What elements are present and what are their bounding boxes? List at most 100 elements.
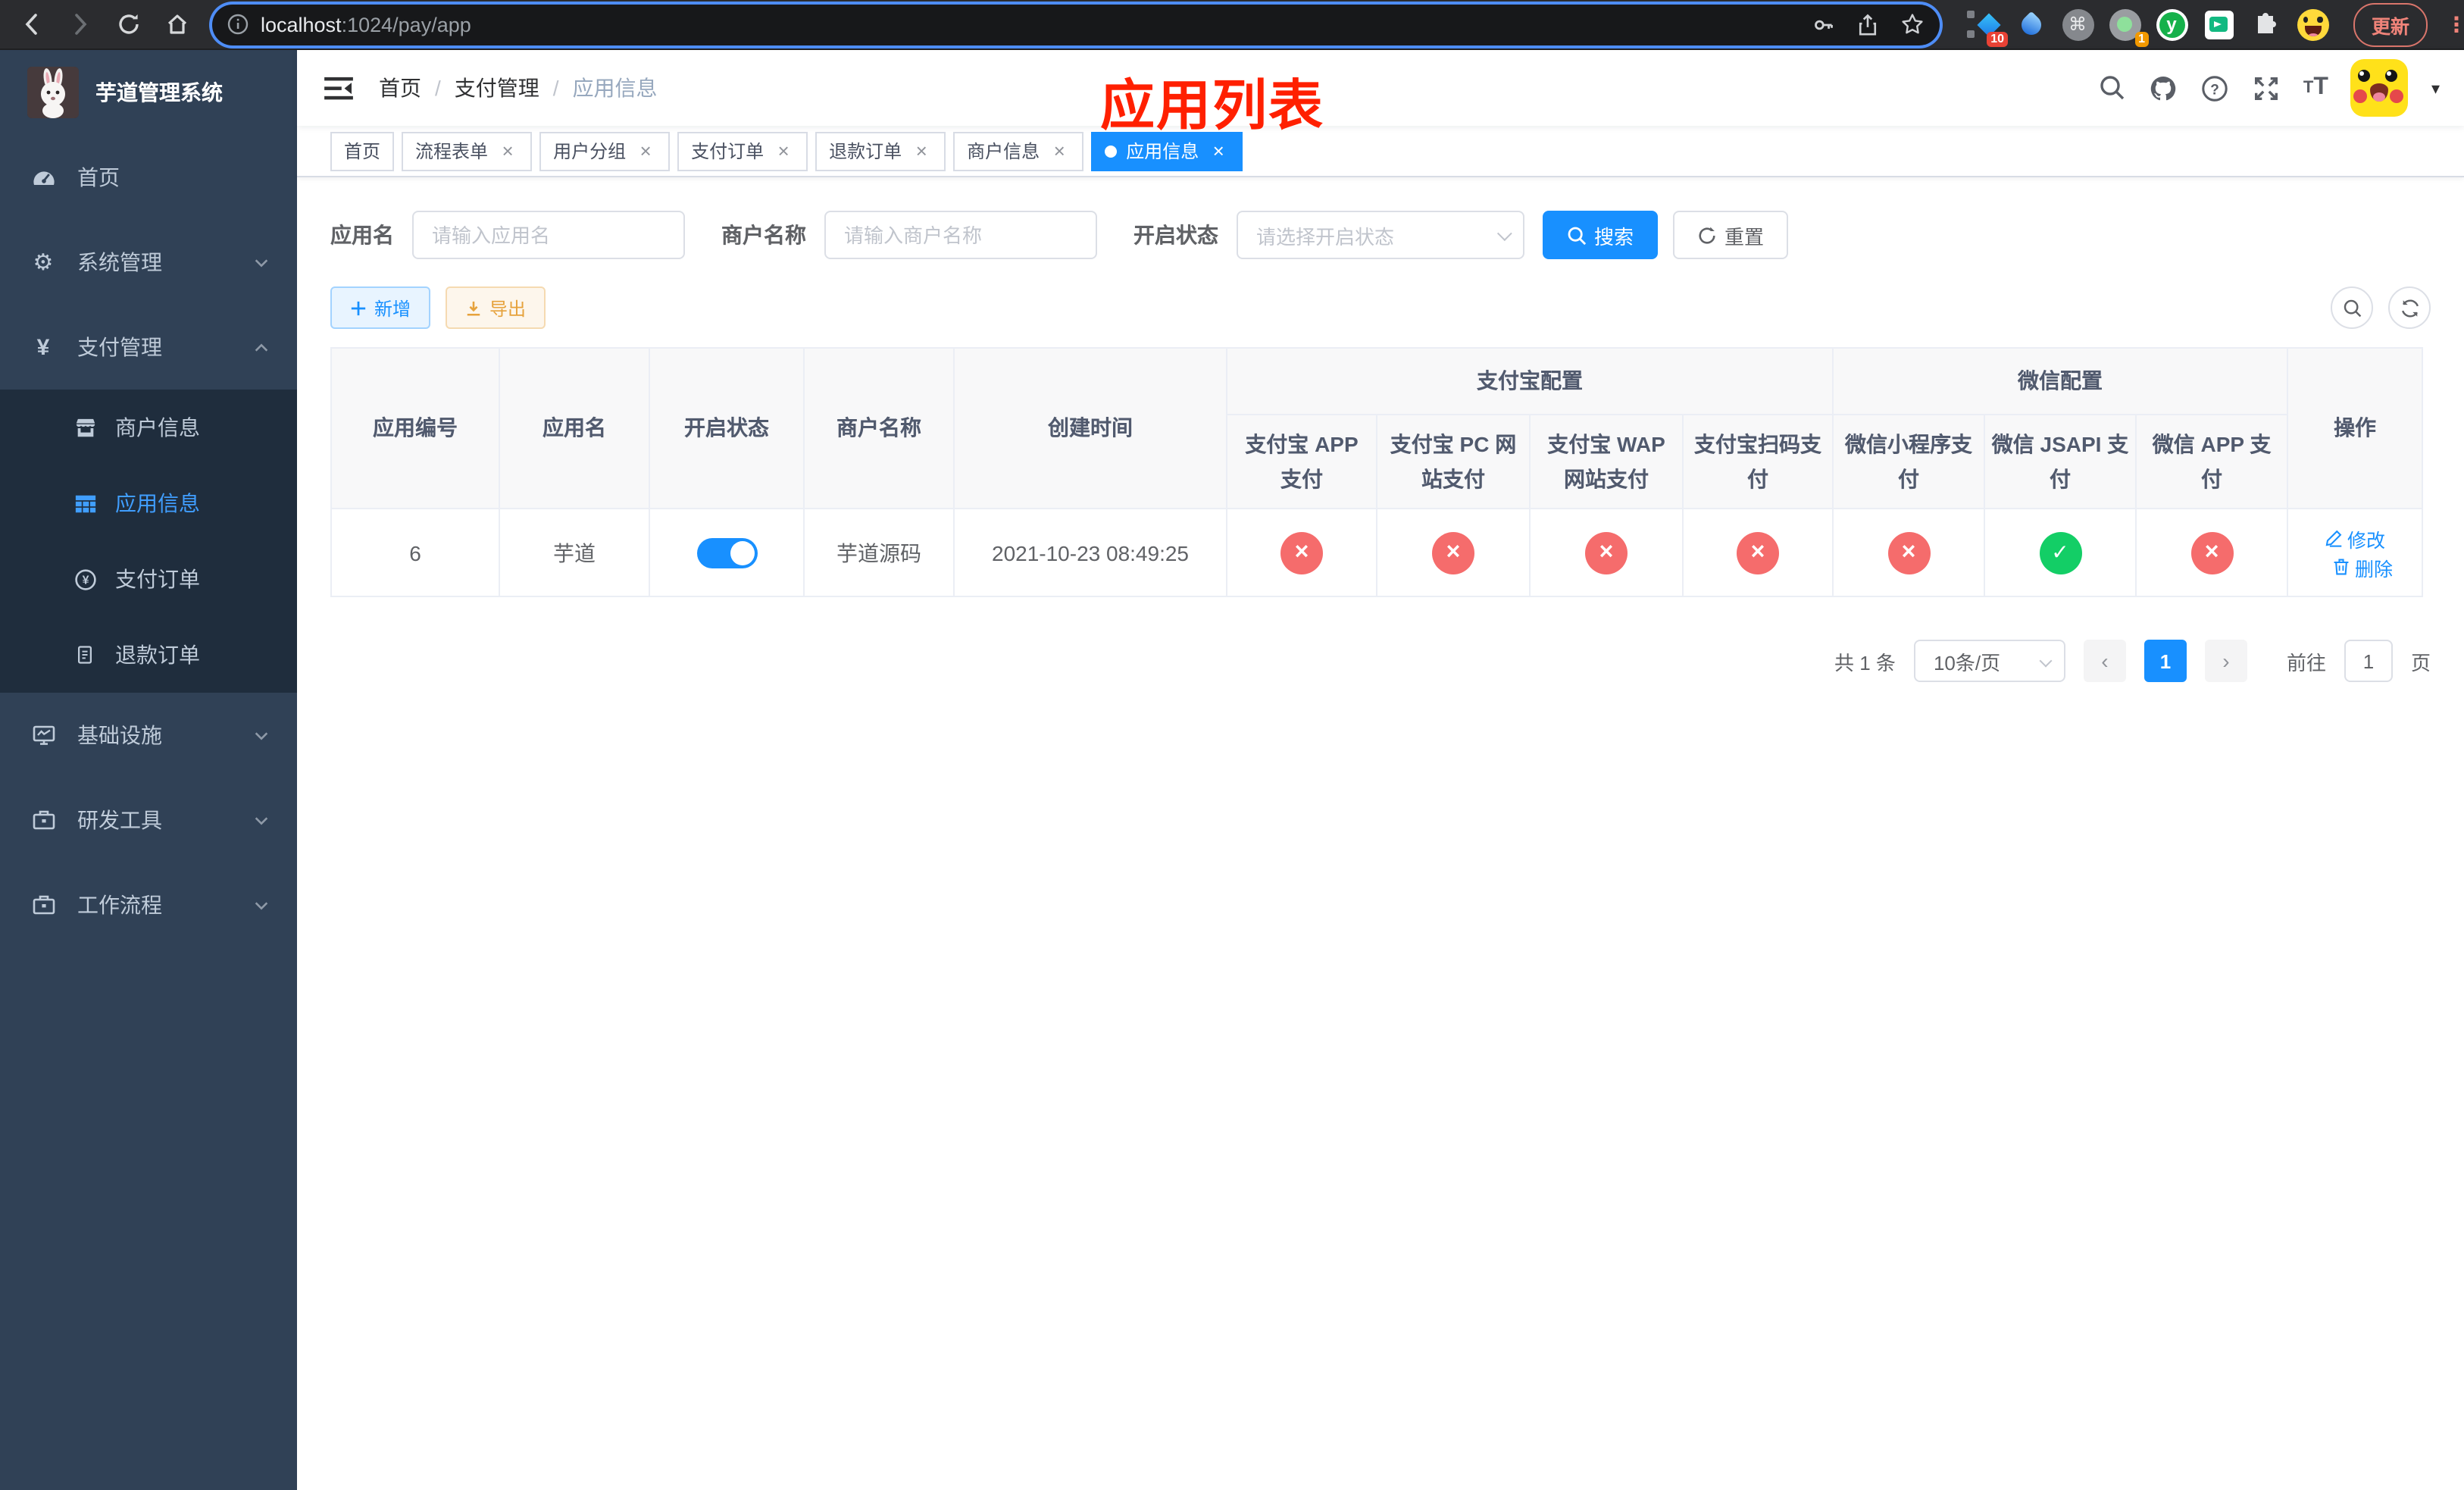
export-button[interactable]: 导出 (446, 286, 546, 329)
shop-icon (73, 416, 97, 439)
forward-icon[interactable] (61, 5, 100, 44)
col-actions: 操作 (2287, 347, 2424, 509)
header-search-icon[interactable] (2099, 74, 2126, 102)
refresh-icon (2401, 299, 2418, 317)
show-search-button[interactable] (2331, 286, 2373, 329)
url-bar[interactable]: localhost:1024/pay/app (212, 4, 1940, 45)
sidebar-item-home[interactable]: 首页 (0, 135, 297, 220)
page-size-select[interactable]: 10条/页 (1913, 640, 2065, 682)
ext-kite-icon[interactable] (2014, 8, 2047, 41)
merchant-name-label: 商户名称 (721, 223, 806, 247)
ext-command-icon[interactable]: ⌘ (2061, 8, 2094, 41)
password-key-icon[interactable] (1812, 13, 1835, 36)
app-logo[interactable]: 芋道管理系统 (0, 50, 297, 135)
col-status: 开启状态 (649, 347, 805, 509)
col-alipay-wap: 支付宝 WAP 网站支付 (1529, 414, 1684, 509)
site-info-icon[interactable] (227, 14, 249, 35)
close-icon[interactable]: × (497, 140, 518, 161)
back-icon[interactable] (12, 5, 52, 44)
sidebar-item-payment[interactable]: ¥ 支付管理 (0, 305, 297, 390)
col-alipay-qr: 支付宝扫码支付 (1682, 414, 1834, 509)
github-icon[interactable] (2149, 74, 2178, 102)
sidebar-item-label: 支付订单 (115, 567, 200, 591)
bookmark-star-icon[interactable] (1900, 12, 1925, 36)
sidebar-item-devtools[interactable]: 研发工具 (0, 778, 297, 862)
sidebar-item-label: 退款订单 (115, 643, 200, 667)
fullscreen-icon[interactable] (2252, 74, 2281, 102)
chevron-down-icon (253, 812, 270, 828)
avatar-dropdown-icon[interactable]: ▾ (2431, 78, 2440, 98)
chevron-down-icon (253, 727, 270, 743)
user-avatar[interactable] (2350, 59, 2409, 117)
tag-user-group[interactable]: 用户分组 × (539, 131, 671, 171)
app-title: 芋道管理系统 (95, 80, 223, 105)
close-icon[interactable]: × (911, 140, 932, 161)
close-icon[interactable]: × (773, 140, 794, 161)
page-annotation: 应用列表 (1100, 74, 1325, 136)
alipay-qr-status-icon (1737, 531, 1779, 574)
goto-page-input[interactable] (2344, 640, 2393, 682)
ext-chat-icon[interactable] (2202, 8, 2235, 41)
breadcrumb-home[interactable]: 首页 (379, 73, 421, 103)
tag-merchant-info[interactable]: 商户信息 × (953, 131, 1084, 171)
help-icon[interactable]: ? (2200, 74, 2229, 102)
tag-process-form[interactable]: 流程表单 × (402, 131, 533, 171)
refresh-icon (1699, 226, 1715, 243)
delete-link[interactable]: 删除 (2332, 552, 2393, 581)
wx-jsapi-status-icon (2039, 531, 2081, 574)
sidebar-item-workflow[interactable]: 工作流程 (0, 862, 297, 947)
extensions-puzzle-icon[interactable] (2249, 8, 2282, 41)
page-1-button[interactable]: 1 (2143, 640, 2187, 682)
sidebar-item-system[interactable]: ⚙ 系统管理 (0, 220, 297, 305)
add-button[interactable]: 新增 (330, 286, 431, 329)
breadcrumb: 首页 / 支付管理 / 应用信息 (379, 73, 658, 103)
edit-link[interactable]: 修改 (2325, 524, 2385, 552)
share-icon[interactable] (1856, 13, 1879, 36)
merchant-name-input[interactable] (824, 211, 1097, 259)
app-name-input[interactable] (412, 211, 685, 259)
tags-view: 首页 流程表单 × 用户分组 × 支付订单 × 退款订单 × 商户信息 × 应用信息 × (297, 126, 2464, 177)
close-icon[interactable]: × (1049, 140, 1070, 161)
sidebar-item-infra[interactable]: 基础设施 (0, 693, 297, 778)
sidebar-item-merchant-info[interactable]: 商户信息 (0, 390, 297, 465)
col-alipay-app: 支付宝 APP 支付 (1226, 414, 1377, 509)
close-icon[interactable]: × (1208, 140, 1229, 161)
next-page-button[interactable]: › (2204, 640, 2247, 682)
collapse-sidebar-icon[interactable] (321, 71, 355, 105)
status-toggle[interactable] (696, 537, 757, 568)
tag-refund-order[interactable]: 退款订单 × (815, 131, 946, 171)
reset-button[interactable]: 重置 (1673, 211, 1789, 259)
ext-recorder-icon[interactable]: 1 (2108, 8, 2149, 47)
reload-icon[interactable] (109, 5, 149, 44)
browser-menu-icon[interactable]: ⋮ (2446, 14, 2464, 35)
tag-payment-order[interactable]: 支付订单 × (677, 131, 808, 171)
home-icon[interactable] (158, 5, 197, 44)
close-icon[interactable]: × (635, 140, 656, 161)
sidebar-item-app-info[interactable]: 应用信息 (0, 465, 297, 541)
payment-submenu: 商户信息 应用信息 ¥ 支付订单 退款订单 (0, 390, 297, 693)
breadcrumb-payment[interactable]: 支付管理 (455, 73, 539, 103)
page-content: 应用名 商户名称 开启状态 请选择开启状态 搜索 (297, 177, 2464, 1490)
refresh-table-button[interactable] (2388, 286, 2431, 329)
col-alipay-pc: 支付宝 PC 网站支付 (1376, 414, 1531, 509)
search-button[interactable]: 搜索 (1543, 211, 1659, 259)
sidebar-item-payment-order[interactable]: ¥ 支付订单 (0, 541, 297, 617)
document-icon (73, 644, 97, 665)
status-select[interactable]: 请选择开启状态 (1237, 211, 1524, 259)
tag-home[interactable]: 首页 (330, 131, 395, 171)
screen: localhost:1024/pay/app 10 ⌘ 1 y 更新 芋道管理系… (0, 0, 2464, 1490)
chevron-down-icon (2039, 654, 2053, 668)
sidebar-item-refund-order[interactable]: 退款订单 (0, 617, 297, 693)
profile-avatar-icon[interactable] (2296, 8, 2329, 41)
ext-y-icon[interactable]: y (2155, 8, 2188, 41)
browser-update-button[interactable]: 更新 (2353, 2, 2428, 46)
ext-pinned-icon[interactable]: 10 (1967, 8, 2008, 47)
active-dot (1105, 145, 1118, 157)
prev-page-button[interactable]: ‹ (2083, 640, 2126, 682)
yen-circle-icon: ¥ (73, 568, 97, 590)
status-label: 开启状态 (1134, 223, 1218, 247)
download-icon (467, 300, 480, 315)
font-size-icon[interactable]: TT (2303, 75, 2328, 100)
chevron-down-icon (253, 897, 270, 913)
wx-app-status-icon (2190, 531, 2234, 574)
